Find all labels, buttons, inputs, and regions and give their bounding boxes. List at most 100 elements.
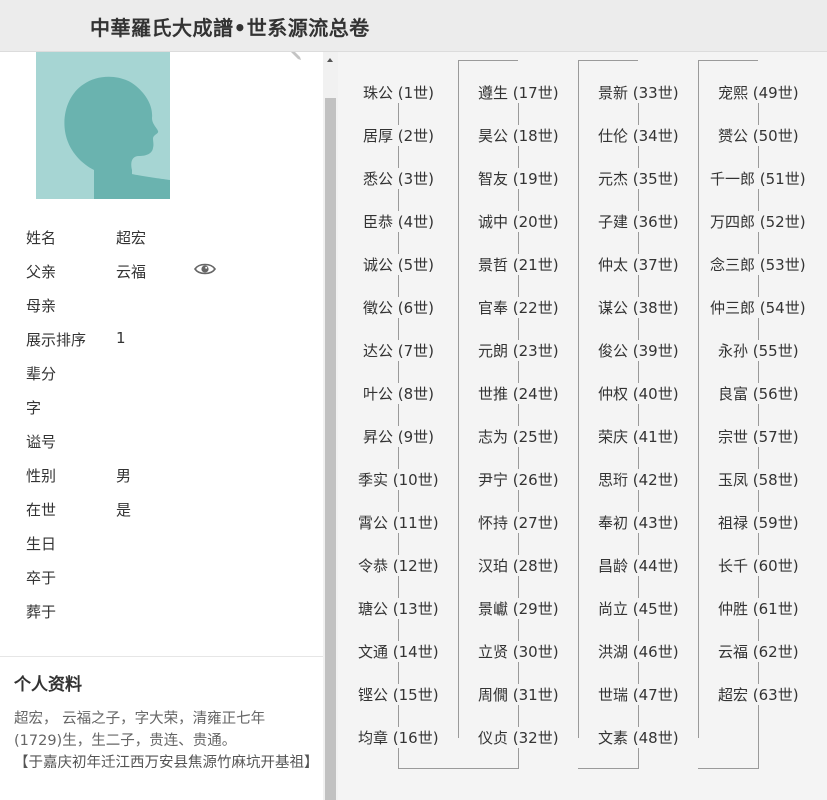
info-label: 姓名	[26, 229, 57, 247]
generation-node[interactable]: 景新 (33世)	[596, 82, 681, 103]
generation-node[interactable]: 祖禄 (59世)	[716, 512, 801, 533]
tree-connector	[578, 768, 638, 769]
generation-node[interactable]: 仪贞 (32世)	[476, 727, 561, 748]
generation-node[interactable]: 玉凤 (58世)	[716, 469, 801, 490]
generation-node[interactable]: 文通 (14世)	[356, 641, 441, 662]
generation-node[interactable]: 俊公 (39世)	[596, 340, 681, 361]
info-row: 展示排序 1	[26, 322, 306, 356]
generation-node[interactable]: 长千 (60世)	[716, 555, 801, 576]
tree-connector	[698, 60, 758, 61]
info-row: 母亲	[26, 288, 306, 322]
generation-node[interactable]: 云福 (62世)	[716, 641, 801, 662]
info-row: 辈分	[26, 356, 306, 390]
tree-connector	[578, 60, 579, 738]
tree-connector	[698, 768, 758, 769]
generation-node[interactable]: 志为 (25世)	[476, 426, 561, 447]
generation-node[interactable]: 千一郎 (51世)	[708, 168, 808, 189]
info-value: 超宏	[116, 229, 147, 247]
generation-node[interactable]: 仲权 (40世)	[596, 383, 681, 404]
generation-node[interactable]: 世推 (24世)	[476, 383, 561, 404]
generation-node[interactable]: 遵生 (17世)	[476, 82, 561, 103]
generation-node[interactable]: 仲三郎 (54世)	[708, 297, 808, 318]
generation-node[interactable]: 智友 (19世)	[476, 168, 561, 189]
info-row: 葬于	[26, 594, 306, 628]
generation-node[interactable]: 万四郎 (52世)	[708, 211, 808, 232]
profile-bio: 超宏， 云福之子，字大荣，清雍正七年(1729)生，生二子，贵连、贵通。 【于嘉…	[14, 708, 319, 774]
eye-icon[interactable]	[194, 261, 216, 277]
generation-node[interactable]: 奉初 (43世)	[596, 512, 681, 533]
scrollbar-thumb[interactable]	[325, 98, 336, 800]
tree-connector	[578, 60, 638, 61]
person-detail-panel: 姓名 超宏 父亲 云福 母亲 展示排序 1 辈分字谥号 性别 男在世 是生日 卒于 葬于 个人资料 超宏…	[0, 52, 323, 800]
info-label: 葬于	[26, 603, 57, 621]
info-label: 卒于	[26, 569, 57, 587]
generation-node[interactable]: 永孙 (55世)	[716, 340, 801, 361]
tree-connector	[398, 768, 458, 769]
generation-node[interactable]: 瑭公 (13世)	[356, 598, 441, 619]
generation-node[interactable]: 臣恭 (4世)	[361, 211, 437, 232]
info-row: 性别 男	[26, 458, 306, 492]
info-label: 展示排序	[26, 331, 87, 349]
bio-line-2: 【于嘉庆初年迁江西万安县焦源竹麻坑开基祖】	[14, 755, 319, 771]
generation-node[interactable]: 念三郎 (53世)	[708, 254, 808, 275]
generation-node[interactable]: 霄公 (11世)	[356, 512, 441, 533]
generation-node[interactable]: 季实 (10世)	[356, 469, 441, 490]
generation-node[interactable]: 世瑞 (47世)	[596, 684, 681, 705]
generation-node[interactable]: 居厚 (2世)	[361, 125, 437, 146]
generation-node[interactable]: 宗世 (57世)	[716, 426, 801, 447]
generation-node[interactable]: 昊公 (18世)	[476, 125, 561, 146]
generation-node[interactable]: 景巘 (29世)	[476, 598, 561, 619]
generation-node[interactable]: 思珩 (42世)	[596, 469, 681, 490]
generation-node[interactable]: 周僩 (31世)	[476, 684, 561, 705]
generation-node[interactable]: 赟公 (50世)	[716, 125, 801, 146]
generation-node[interactable]: 子建 (36世)	[596, 211, 681, 232]
generation-node[interactable]: 尹宁 (26世)	[476, 469, 561, 490]
generation-node[interactable]: 超宏 (63世)	[716, 684, 801, 705]
info-value: 云福	[116, 263, 147, 281]
section-divider	[0, 656, 323, 657]
generation-node[interactable]: 徵公 (6世)	[361, 297, 437, 318]
generation-node[interactable]: 叶公 (8世)	[361, 383, 437, 404]
info-row: 卒于	[26, 560, 306, 594]
generation-node[interactable]: 仕伦 (34世)	[596, 125, 681, 146]
generation-node[interactable]: 尚立 (45世)	[596, 598, 681, 619]
generation-node[interactable]: 珠公 (1世)	[361, 82, 437, 103]
generation-node[interactable]: 仲太 (37世)	[596, 254, 681, 275]
info-row: 姓名 超宏	[26, 220, 306, 254]
generation-node[interactable]: 怀持 (27世)	[476, 512, 561, 533]
generation-node[interactable]: 宠熙 (49世)	[716, 82, 801, 103]
tree-connector	[458, 768, 518, 769]
generation-node[interactable]: 谋公 (38世)	[596, 297, 681, 318]
tree-connector	[458, 60, 459, 738]
generation-node[interactable]: 达公 (7世)	[361, 340, 437, 361]
generation-node[interactable]: 良富 (56世)	[716, 383, 801, 404]
generation-node[interactable]: 诚中 (20世)	[476, 211, 561, 232]
generation-node[interactable]: 洪湖 (46世)	[596, 641, 681, 662]
generation-node[interactable]: 官奉 (22世)	[476, 297, 561, 318]
info-label: 父亲	[26, 263, 57, 281]
left-panel-scrollbar[interactable]	[323, 52, 338, 800]
scroll-up-arrow-icon[interactable]	[327, 58, 333, 62]
generation-node[interactable]: 均章 (16世)	[356, 727, 441, 748]
page-title: 中華羅氏大成譜•世系源流总卷	[90, 16, 370, 40]
info-value: 男	[116, 467, 132, 485]
generation-node[interactable]: 仲胜 (61世)	[716, 598, 801, 619]
generation-node[interactable]: 元杰 (35世)	[596, 168, 681, 189]
generation-node[interactable]: 景哲 (21世)	[476, 254, 561, 275]
info-row: 在世 是	[26, 492, 306, 526]
generation-node[interactable]: 昌龄 (44世)	[596, 555, 681, 576]
generation-node[interactable]: 悉公 (3世)	[361, 168, 437, 189]
generation-node[interactable]: 诚公 (5世)	[361, 254, 437, 275]
pencil-icon[interactable]	[288, 52, 304, 62]
generation-node[interactable]: 令恭 (12世)	[356, 555, 441, 576]
generation-node[interactable]: 立贤 (30世)	[476, 641, 561, 662]
generation-node[interactable]: 元朗 (23世)	[476, 340, 561, 361]
lineage-tree-panel: 珠公 (1世) 居厚 (2世) 悉公 (3世) 臣恭 (4世) 诚公 (5世) 徵公 (6…	[338, 52, 827, 800]
bio-line-1: 超宏， 云福之子，字大荣，清雍正七年(1729)生，生二子，贵连、贵通。	[14, 711, 266, 749]
info-label: 谥号	[26, 433, 57, 451]
generation-node[interactable]: 铿公 (15世)	[356, 684, 441, 705]
generation-node[interactable]: 荣庆 (41世)	[596, 426, 681, 447]
generation-node[interactable]: 汉珀 (28世)	[476, 555, 561, 576]
generation-node[interactable]: 昇公 (9世)	[361, 426, 437, 447]
generation-node[interactable]: 文素 (48世)	[596, 727, 681, 748]
